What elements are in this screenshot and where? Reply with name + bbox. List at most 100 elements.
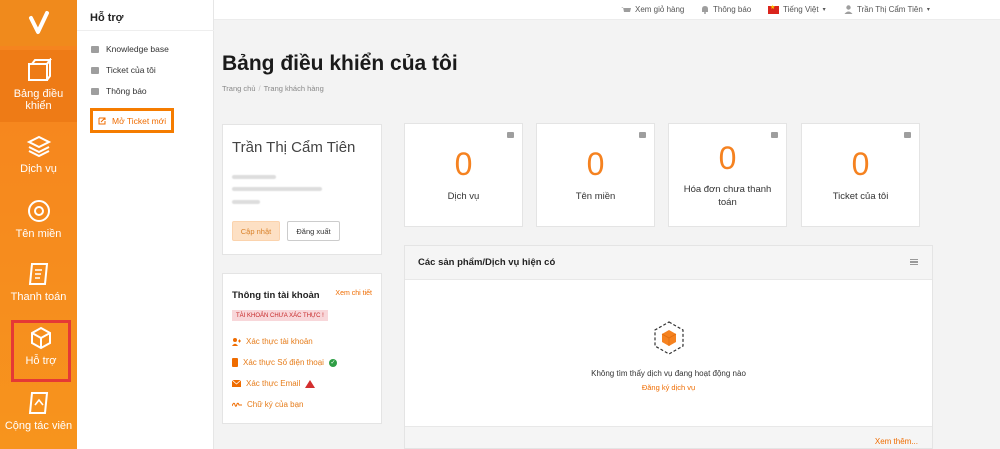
support-box-icon <box>31 326 51 350</box>
signature-icon <box>232 402 242 407</box>
no-active-services-text: Không tìm thấy dịch vụ đang hoạt động nà… <box>591 369 746 378</box>
affiliate-doc-icon <box>28 392 48 414</box>
rail-item-affiliate[interactable]: Cộng tác viên <box>0 390 77 449</box>
external-link-icon <box>98 117 106 124</box>
breadcrumb: Trang chủ / Trang khách hàng <box>222 84 324 93</box>
breadcrumb-separator: / <box>258 84 261 93</box>
products-panel-title: Các sản phẩm/Dịch vụ hiện có <box>418 257 556 268</box>
cart-icon <box>621 6 631 12</box>
breadcrumb-current: Trang khách hàng <box>263 84 324 93</box>
brand-logo[interactable] <box>0 0 77 46</box>
products-panel: Các sản phẩm/Dịch vụ hiện có Không tìm t… <box>404 245 933 449</box>
stat-value-services: 0 <box>454 146 473 182</box>
service-stack-icon <box>26 135 51 158</box>
logout-button[interactable]: Đăng xuất <box>287 221 340 241</box>
logo-icon <box>28 11 49 34</box>
profile-card: Trần Thị Cẩm Tiên Cập nhật Đăng xuất <box>222 124 382 255</box>
stat-label-my-tickets: Ticket của tôi <box>832 191 889 202</box>
top-bar: Xem giỏ hàng Thông báo Tiếng Việt ▾ Trần… <box>214 0 1000 20</box>
billing-doc-icon <box>28 263 48 285</box>
view-details-link[interactable]: Xem chi tiết <box>335 290 372 297</box>
user-icon <box>844 5 853 14</box>
verify-account-link[interactable]: Xác thực tài khoản <box>232 337 313 346</box>
check-circle-icon: ✓ <box>328 358 337 367</box>
update-profile-button[interactable]: Cập nhật <box>232 221 280 241</box>
stat-card-domains[interactable]: 0 Tên miền <box>536 123 655 227</box>
notifications-link[interactable]: Thông báo <box>701 5 751 14</box>
ticket-tag-icon <box>904 132 911 138</box>
stat-card-unpaid-invoices[interactable]: 0 Hóa đơn chưa thanh toán <box>668 123 787 227</box>
open-new-ticket-button[interactable]: Mở Ticket mới <box>90 108 174 133</box>
bell-icon <box>702 6 708 14</box>
submenu-label-knowledge-base: Knowledge base <box>106 44 169 54</box>
stat-card-services[interactable]: 0 Dịch vụ <box>404 123 523 227</box>
user-name-label: Trần Thị Cẩm Tiên <box>857 5 923 14</box>
stat-card-my-tickets[interactable]: 0 Ticket của tôi <box>801 123 920 227</box>
phone-icon <box>232 358 238 367</box>
warning-icon <box>305 379 316 388</box>
submenu-item-my-tickets[interactable]: Ticket của tôi <box>91 65 156 75</box>
rail-item-billing[interactable]: Thanh toán <box>0 261 77 325</box>
profile-name: Trần Thị Cẩm Tiên <box>232 139 356 156</box>
signature-label: Chữ ký của bạn <box>247 400 304 409</box>
products-panel-header: Các sản phẩm/Dịch vụ hiện có <box>405 246 932 280</box>
account-info-card: Thông tin tài khoản Xem chi tiết TÀI KHO… <box>222 273 382 424</box>
stat-value-domains: 0 <box>586 146 605 182</box>
rail-label-affiliate: Cộng tác viên <box>4 420 73 432</box>
page-title: Bảng điều khiển của tôi <box>222 52 458 75</box>
open-new-ticket-label: Mở Ticket mới <box>112 115 167 126</box>
user-menu[interactable]: Trần Thị Cẩm Tiên ▾ <box>844 5 930 14</box>
submenu-divider <box>77 30 214 31</box>
envelope-icon <box>232 380 241 387</box>
announcement-flag-icon <box>91 87 99 95</box>
tag-icon <box>639 132 646 138</box>
knowledge-base-icon <box>91 45 99 53</box>
verify-email-link[interactable]: Xác thực Email <box>232 379 316 388</box>
server-icon <box>507 132 514 138</box>
submenu-title: Hỗ trợ <box>90 12 124 24</box>
stat-label-services: Dịch vụ <box>447 191 480 202</box>
language-selector[interactable]: Tiếng Việt ▾ <box>768 4 826 14</box>
stat-label-unpaid-invoices: Hóa đơn chưa thanh toán <box>683 184 772 208</box>
stat-value-unpaid-invoices: 0 <box>718 140 737 176</box>
user-chevron-down-icon: ▾ <box>926 7 930 13</box>
address-line-blurred <box>232 175 276 179</box>
rail-label-domains: Tên miền <box>15 228 62 240</box>
user-plus-icon <box>232 337 241 346</box>
rail-label-billing: Thanh toán <box>10 291 67 303</box>
rail-label-dashboard-2: khiển <box>25 100 52 112</box>
rail-item-services[interactable]: Dịch vụ <box>0 133 77 197</box>
submenu-item-knowledge-base[interactable]: Knowledge base <box>91 44 169 54</box>
address-line-blurred <box>232 187 322 191</box>
invoice-icon <box>771 132 778 138</box>
language-label: Tiếng Việt <box>783 5 819 14</box>
see-more-link[interactable]: Xem thêm... <box>875 437 918 446</box>
verify-phone-link[interactable]: Xác thực Số điện thoại ✓ <box>232 358 337 367</box>
verify-phone-label: Xác thực Số điện thoại <box>243 358 324 367</box>
view-cart-link[interactable]: Xem giỏ hàng <box>621 5 684 14</box>
main-sidebar: Bảng điều khiển Dịch vụ Tên miền Thanh t… <box>0 0 77 449</box>
hamburger-menu-icon[interactable] <box>910 259 918 265</box>
stat-value-my-tickets: 0 <box>851 146 870 182</box>
products-panel-footer: Xem thêm... <box>405 426 932 448</box>
unverified-account-badge: TÀI KHOẢN CHƯA XÁC THỰC ! <box>232 310 328 321</box>
rail-label-services: Dịch vụ <box>20 163 57 175</box>
verify-account-label: Xác thực tài khoản <box>246 337 313 346</box>
notifications-label: Thông báo <box>713 5 752 14</box>
register-service-link[interactable]: Đăng ký dịch vụ <box>405 383 932 392</box>
rail-label-support: Hỗ trợ <box>25 355 57 367</box>
chevron-down-icon: ▾ <box>822 7 826 13</box>
support-submenu: Hỗ trợ Knowledge base Ticket của tôi Thô… <box>77 0 214 449</box>
submenu-item-announcements[interactable]: Thông báo <box>91 86 147 96</box>
account-info-title: Thông tin tài khoản <box>232 290 320 301</box>
signature-link[interactable]: Chữ ký của bạn <box>232 400 304 409</box>
rail-item-dashboard[interactable]: Bảng điều khiển <box>0 50 77 122</box>
rail-item-support[interactable]: Hỗ trợ <box>11 320 71 382</box>
dashboard-box-icon <box>27 58 52 81</box>
rail-item-domains[interactable]: Tên miền <box>0 198 77 262</box>
submenu-label-announcements: Thông báo <box>106 86 147 96</box>
rail-label-dashboard-1: Bảng điều <box>13 88 64 100</box>
country-line-blurred <box>232 200 260 204</box>
breadcrumb-home[interactable]: Trang chủ <box>222 84 256 93</box>
ticket-icon <box>91 66 99 74</box>
